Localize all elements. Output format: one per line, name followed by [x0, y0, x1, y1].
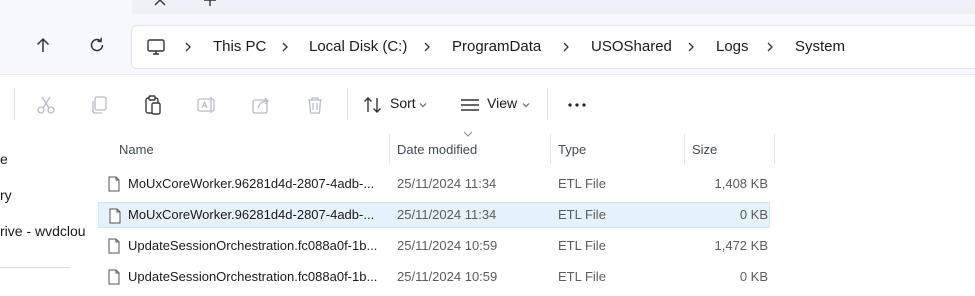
file-size: 0 KB — [739, 269, 768, 284]
paste-icon[interactable] — [142, 94, 164, 116]
close-icon[interactable] — [152, 0, 168, 8]
breadcrumb-usoshared[interactable]: USOShared — [591, 38, 672, 55]
file-date: 25/11/2024 11:34 — [397, 176, 497, 191]
file-name: UpdateSessionOrchestration.fc088a0f-1b..… — [128, 269, 378, 284]
address-bar[interactable]: This PC Local Disk (C:) ProgramData USOS… — [131, 25, 975, 69]
file-name: MoUxCoreWorker.96281d4d-2807-4adb-... — [128, 176, 375, 191]
sort-icon — [364, 97, 381, 113]
file-list: Name Date modified Type Size MoUxCoreWor… — [82, 131, 975, 296]
computer-icon — [147, 39, 165, 55]
breadcrumb-system[interactable]: System — [795, 38, 845, 55]
breadcrumb-local-disk[interactable]: Local Disk (C:) — [309, 38, 407, 55]
chevron-down-icon — [522, 103, 530, 108]
active-tab[interactable] — [0, 0, 132, 14]
chevron-right-icon[interactable] — [685, 41, 697, 53]
command-bar: Sort View — [0, 74, 975, 135]
file-name: UpdateSessionOrchestration.fc088a0f-1b..… — [128, 238, 378, 253]
file-type: ETL File — [558, 269, 606, 284]
copy-icon[interactable] — [88, 94, 110, 116]
arrow-up-icon[interactable] — [34, 36, 52, 54]
chevron-down-icon — [419, 103, 427, 108]
breadcrumb-programdata[interactable]: ProgramData — [452, 38, 541, 55]
file-size: 1,408 KB — [714, 176, 769, 191]
table-row[interactable]: UpdateSessionOrchestration.fc088a0f-1b..… — [98, 264, 770, 290]
file-type: ETL File — [558, 238, 606, 253]
rename-icon[interactable] — [196, 94, 218, 116]
table-row-selected[interactable]: MoUxCoreWorker.96281d4d-2807-4adb-... 25… — [98, 202, 770, 228]
plus-icon[interactable] — [202, 0, 218, 8]
chevron-right-icon[interactable] — [560, 41, 572, 53]
cut-icon[interactable] — [35, 94, 57, 116]
nav-item[interactable]: ry — [0, 187, 12, 203]
address-row: This PC Local Disk (C:) ProgramData USOS… — [0, 14, 975, 74]
toolbar-divider — [347, 88, 348, 120]
nav-item[interactable]: e — [0, 151, 8, 167]
column-header-name[interactable]: Name — [119, 142, 154, 157]
file-name: MoUxCoreWorker.96281d4d-2807-4adb-... — [128, 207, 375, 222]
delete-icon[interactable] — [304, 94, 326, 116]
column-divider[interactable] — [684, 134, 685, 164]
share-icon[interactable] — [250, 94, 272, 116]
more-options-icon[interactable] — [566, 94, 588, 116]
nav-item-onedrive[interactable]: rive - wvdclou — [0, 223, 86, 239]
file-size: 0 KB — [739, 207, 768, 222]
toolbar-divider — [547, 88, 548, 120]
chevron-right-icon[interactable] — [421, 41, 433, 53]
table-row[interactable]: MoUxCoreWorker.96281d4d-2807-4adb-... 25… — [98, 171, 770, 197]
file-date: 25/11/2024 10:59 — [397, 238, 498, 253]
navigation-pane: e ry rive - wvdclou — [0, 134, 86, 296]
column-divider[interactable] — [389, 134, 390, 164]
chevron-right-icon[interactable] — [279, 41, 291, 53]
chevron-right-icon[interactable] — [182, 41, 194, 53]
file-icon — [108, 176, 120, 192]
refresh-icon[interactable] — [88, 36, 106, 54]
file-size: 1,472 KB — [714, 238, 769, 253]
file-type: ETL File — [558, 176, 606, 191]
file-icon — [109, 208, 121, 224]
file-icon — [108, 269, 120, 285]
column-divider[interactable] — [774, 134, 775, 164]
chevron-right-icon[interactable] — [764, 41, 776, 53]
sort-label: Sort — [390, 95, 416, 111]
column-divider[interactable] — [550, 134, 551, 164]
table-row[interactable]: UpdateSessionOrchestration.fc088a0f-1b..… — [98, 233, 770, 259]
nav-divider — [0, 267, 70, 268]
tab-strip — [0, 0, 975, 14]
view-label: View — [487, 95, 518, 111]
column-header-size[interactable]: Size — [692, 142, 717, 157]
file-date: 25/11/2024 11:34 — [397, 207, 497, 222]
breadcrumb-logs[interactable]: Logs — [716, 38, 749, 55]
file-type: ETL File — [558, 207, 606, 222]
file-icon — [108, 238, 120, 254]
toolbar-divider — [14, 88, 15, 120]
file-date: 25/11/2024 10:59 — [397, 269, 498, 284]
view-icon — [461, 99, 479, 111]
column-header-date[interactable]: Date modified — [397, 142, 477, 157]
sort-caret-icon — [463, 131, 473, 137]
breadcrumb-this-pc[interactable]: This PC — [213, 38, 266, 55]
column-header-type[interactable]: Type — [558, 142, 586, 157]
